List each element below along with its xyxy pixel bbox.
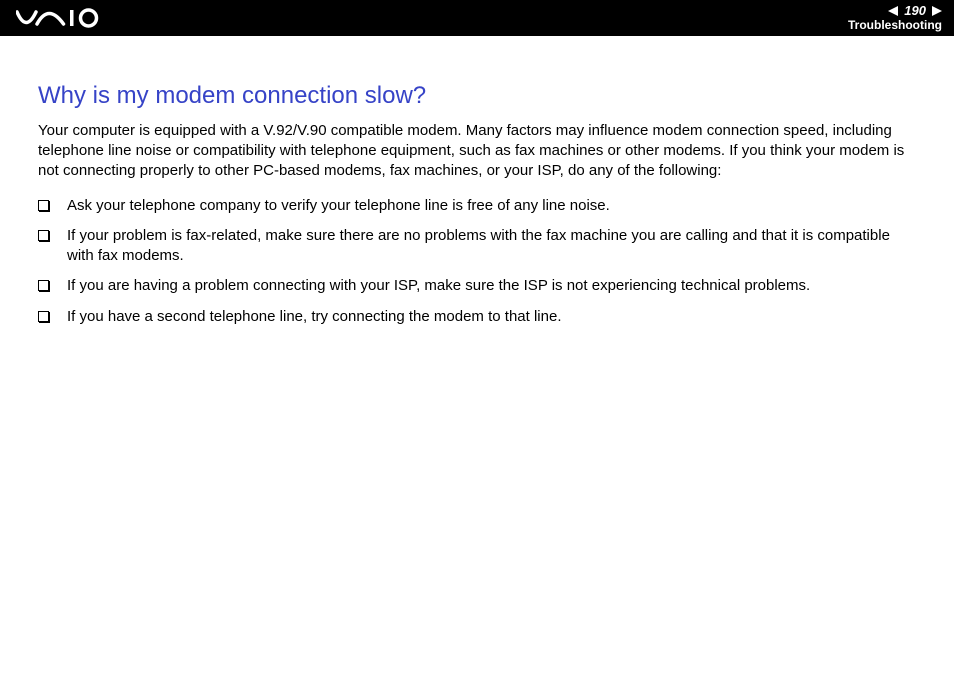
page-indicator: 190	[888, 4, 942, 18]
page-number: 190	[904, 4, 926, 18]
bullet-icon	[38, 200, 49, 211]
list-item: If your problem is fax-related, make sur…	[38, 226, 916, 267]
list-item: If you have a second telephone line, try…	[38, 307, 916, 327]
bullet-text: If you are having a problem connecting w…	[67, 276, 916, 296]
bullet-icon	[38, 311, 49, 322]
bullet-icon	[38, 230, 49, 241]
prev-page-arrow-icon[interactable]	[888, 6, 898, 16]
next-page-arrow-icon[interactable]	[932, 6, 942, 16]
bullet-text: If you have a second telephone line, try…	[67, 307, 916, 327]
bullet-list: Ask your telephone company to verify you…	[38, 196, 916, 327]
header-right: 190 Troubleshooting	[848, 4, 942, 32]
list-item: If you are having a problem connecting w…	[38, 276, 916, 296]
bullet-text: Ask your telephone company to verify you…	[67, 196, 916, 216]
page-heading: Why is my modem connection slow?	[38, 82, 916, 111]
section-label: Troubleshooting	[848, 19, 942, 32]
bullet-text: If your problem is fax-related, make sur…	[67, 226, 916, 267]
page-content: Why is my modem connection slow? Your co…	[0, 36, 954, 327]
list-item: Ask your telephone company to verify you…	[38, 196, 916, 216]
intro-paragraph: Your computer is equipped with a V.92/V.…	[38, 121, 916, 182]
bullet-icon	[38, 280, 49, 291]
header-bar: 190 Troubleshooting	[0, 0, 954, 36]
vaio-logo	[16, 8, 116, 28]
